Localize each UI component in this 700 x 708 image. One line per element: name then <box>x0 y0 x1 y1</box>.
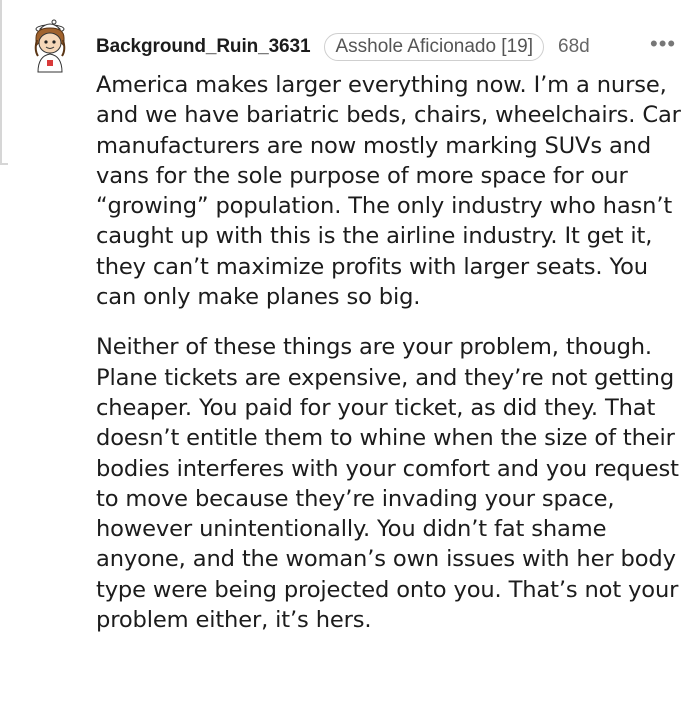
comment-body: America makes larger everything now. I’m… <box>96 70 688 635</box>
more-options-icon[interactable]: ••• <box>650 33 676 55</box>
username-link[interactable]: Background_Ruin_3631 <box>96 36 311 58</box>
user-flair: Asshole Aficionado [19] <box>324 33 544 61</box>
comment-paragraph-1: America makes larger everything now. I’m… <box>96 72 681 311</box>
comment-paragraph-2: Neither of these things are your problem… <box>96 334 679 634</box>
thread-line[interactable] <box>0 0 8 165</box>
avatar[interactable] <box>28 16 72 74</box>
comment-age: 68d <box>558 36 590 57</box>
avatar-image <box>34 19 66 73</box>
comment-header: Background_Ruin_3631 Asshole Aficionado … <box>96 32 590 62</box>
